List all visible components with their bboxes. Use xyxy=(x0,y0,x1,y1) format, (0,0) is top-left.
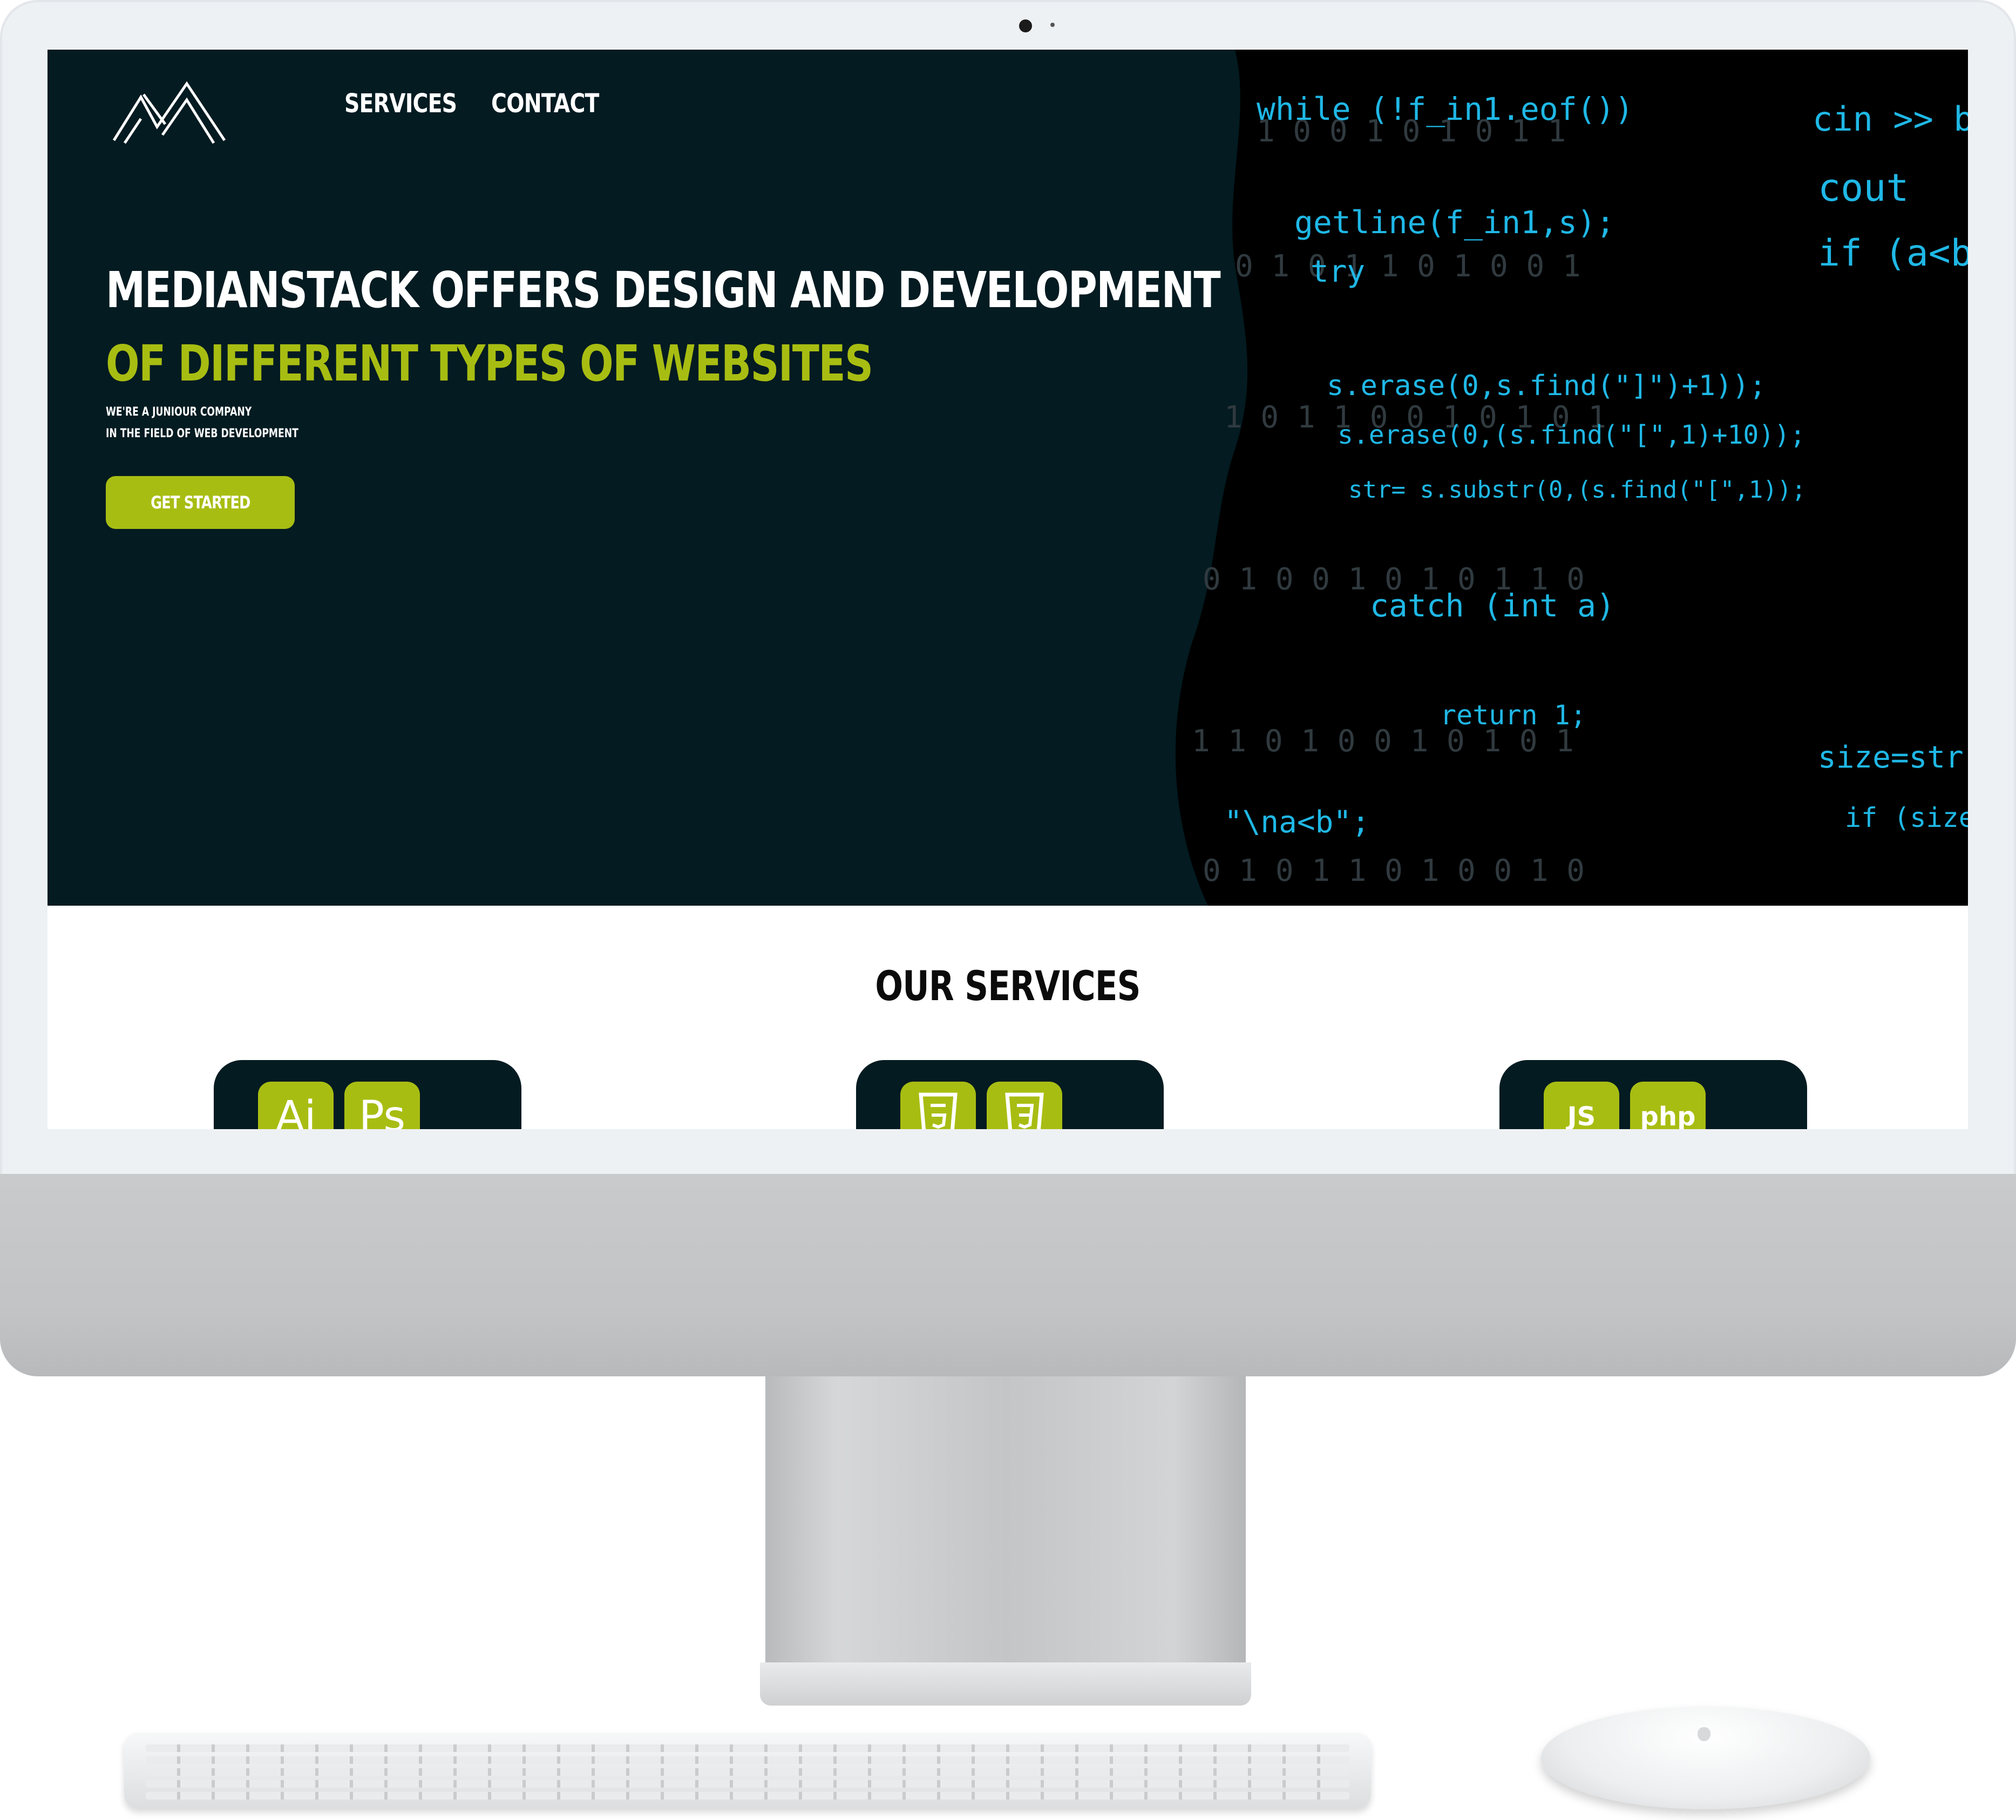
hero-subtext-line: WE'RE A JUNIOUR COMPANY xyxy=(106,405,252,419)
keyboard-row xyxy=(146,1744,1349,1752)
get-started-button[interactable]: GET STARTED xyxy=(106,476,295,529)
nodejs-icon: JS xyxy=(1544,1082,1619,1129)
code-line: catch (int a) xyxy=(1370,587,1615,624)
services-title-text: OUR SERVICES xyxy=(875,962,1141,1010)
code-line: try xyxy=(1311,254,1365,289)
illustrator-icon: Ai xyxy=(258,1082,334,1129)
service-card-frontend[interactable] xyxy=(856,1060,1164,1129)
hero-section: 1 0 0 1 0 1 0 1 1 0 1 0 1 1 0 1 0 0 1 1 … xyxy=(47,50,1968,906)
mountain-logo-icon[interactable] xyxy=(111,76,230,146)
code-line: cin >> b xyxy=(1813,99,1968,139)
keyboard-row xyxy=(146,1792,1349,1799)
php-icon: php xyxy=(1630,1082,1706,1129)
code-line: return 1; xyxy=(1440,700,1586,731)
mouse xyxy=(1541,1707,1870,1809)
keyboard-row xyxy=(146,1756,1349,1764)
svg-text:0 1 0 1 1 0 1 0 0 1: 0 1 0 1 1 0 1 0 0 1 xyxy=(1235,249,1581,284)
services-title: OUR SERVICES xyxy=(47,962,1968,1010)
apple-logo-icon xyxy=(1698,1727,1710,1741)
hero-subtext-line: IN THE FIELD OF WEB DEVELOPMENT xyxy=(106,427,298,440)
hero-headline: MEDIANSTACK OFFERS DESIGN AND DEVELOPMEN… xyxy=(106,261,1221,319)
photoshop-icon: Ps xyxy=(344,1082,420,1129)
nav-services-link[interactable]: SERVICES xyxy=(344,89,457,119)
keyboard xyxy=(124,1733,1371,1808)
hero-subtext: WE'RE A JUNIOUR COMPANY IN THE FIELD OF … xyxy=(106,402,298,445)
keyboard-row xyxy=(146,1768,1349,1776)
imac-stand-foot xyxy=(760,1662,1251,1706)
code-line: cout xyxy=(1818,166,1909,210)
code-line: "\na<b"; xyxy=(1224,805,1370,840)
code-line: while (!f_in1.eof()) xyxy=(1257,91,1633,127)
html5-icon xyxy=(900,1082,976,1129)
main-nav: SERVICES CONTACT xyxy=(344,89,622,119)
camera xyxy=(1019,19,1032,32)
code-line: getline(f_in1,s); xyxy=(1294,204,1615,241)
get-started-label: GET STARTED xyxy=(150,492,250,513)
code-line: if (a<b xyxy=(1818,232,1968,275)
screen: 1 0 0 1 0 1 0 1 1 0 1 0 1 1 0 1 0 0 1 1 … xyxy=(47,50,1968,1129)
code-line: s.erase(0,s.find("]")+1)); xyxy=(1327,370,1766,402)
svg-text:0 1 0 1 1 0 1 0 0 1 0: 0 1 0 1 1 0 1 0 0 1 0 xyxy=(1203,853,1585,888)
code-line: s.erase(0,(s.find("[",1)+10)); xyxy=(1338,420,1805,450)
service-card-backend[interactable]: JS php xyxy=(1499,1060,1807,1129)
css3-icon xyxy=(987,1082,1062,1129)
imac-chin xyxy=(0,1174,2016,1376)
nav-contact-link[interactable]: CONTACT xyxy=(491,89,599,119)
code-line: if (size xyxy=(1845,802,1968,833)
imac-stand xyxy=(765,1376,1246,1700)
code-line: str= s.substr(0,(s.find("[",1)); xyxy=(1348,476,1806,504)
service-card-design[interactable]: Ai Ps xyxy=(214,1060,521,1129)
code-background-image: 1 0 0 1 0 1 0 1 1 0 1 0 1 1 0 1 0 0 1 1 … xyxy=(1175,50,1968,906)
hero-headline-accent: OF DIFFERENT TYPES OF WEBSITES xyxy=(106,335,873,392)
code-line: size=str.com xyxy=(1818,740,1968,775)
camera-sensor xyxy=(1050,23,1055,27)
keyboard-row xyxy=(146,1780,1349,1788)
